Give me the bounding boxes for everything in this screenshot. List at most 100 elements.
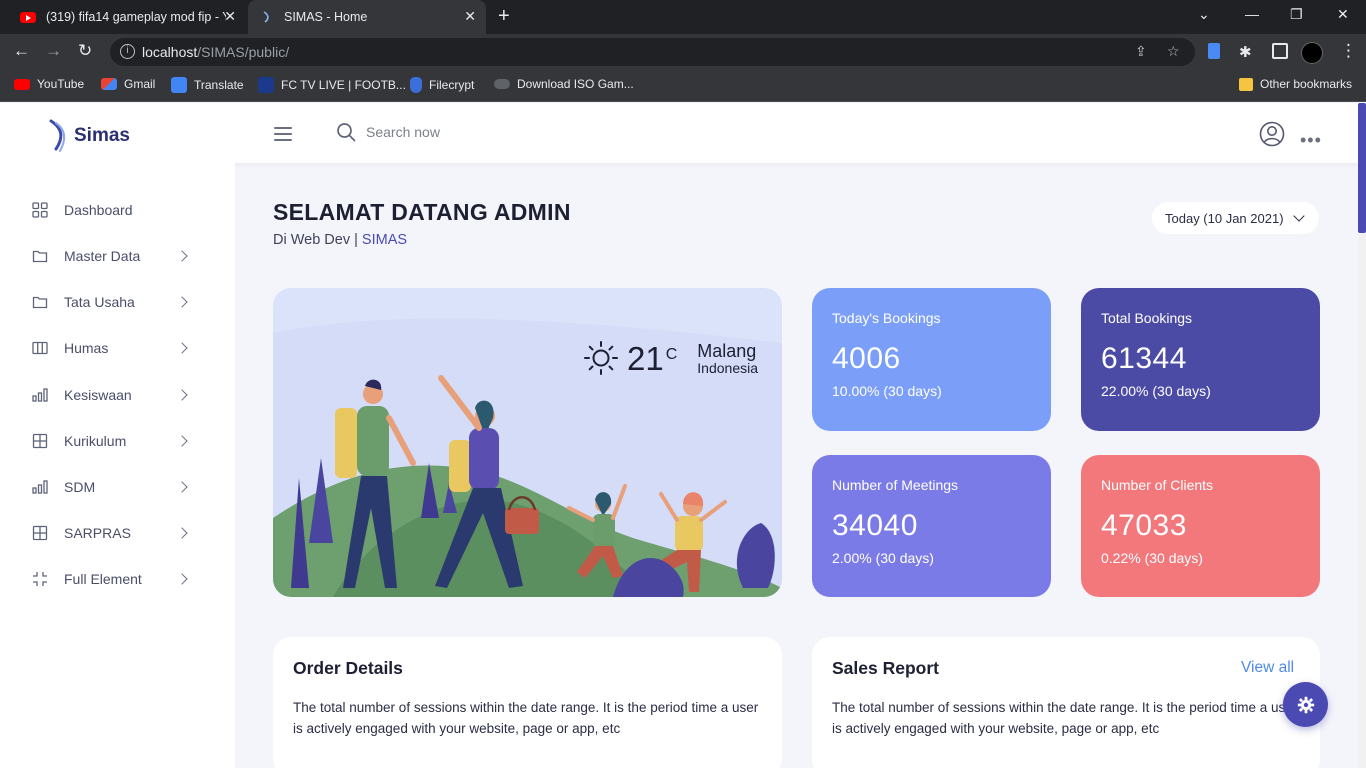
reload-icon[interactable]: ↻ bbox=[78, 41, 92, 61]
fctv-icon bbox=[258, 77, 274, 93]
simas-favicon-icon bbox=[263, 11, 269, 23]
weather-location: Malang Indonesia bbox=[697, 341, 758, 376]
bookmark-youtube[interactable]: YouTube bbox=[14, 77, 84, 91]
sidebar-item-label: Humas bbox=[64, 340, 109, 356]
minimize-icon[interactable]: — bbox=[1245, 6, 1259, 22]
stat-card-number-of-meetings[interactable]: Number of Meetings 34040 2.00% (30 days) bbox=[812, 455, 1051, 597]
weather-country: Indonesia bbox=[697, 360, 758, 376]
gamepad-icon bbox=[494, 79, 510, 89]
back-icon[interactable]: ← bbox=[13, 41, 30, 61]
sidebar-item-kurikulum[interactable]: Kurikulum bbox=[0, 421, 235, 461]
sidebar-item-label: Full Element bbox=[64, 571, 142, 587]
stat-value: 34040 bbox=[832, 509, 918, 542]
chevron-right-icon bbox=[176, 389, 188, 401]
folder-icon bbox=[32, 250, 48, 263]
share-icon[interactable]: ⇪ bbox=[1135, 43, 1147, 60]
simas-logo-icon bbox=[49, 119, 66, 152]
weather-city: Malang bbox=[697, 341, 757, 361]
weather-unit: C bbox=[665, 346, 678, 363]
browser-tab-simas[interactable]: SIMAS - Home ✕ bbox=[248, 0, 486, 34]
chevron-down-icon bbox=[1293, 210, 1305, 222]
browser-tab-youtube[interactable]: (319) fifa14 gameplay mod fip - YouTube … bbox=[8, 0, 246, 34]
stat-value: 47033 bbox=[1101, 509, 1187, 542]
stat-label: Number of Clients bbox=[1101, 477, 1214, 493]
youtube-favicon-icon bbox=[20, 11, 36, 23]
chevron-right-icon bbox=[176, 527, 188, 539]
sidebar-item-full-element[interactable]: Full Element bbox=[0, 559, 235, 599]
stat-change: 22.00% (30 days) bbox=[1101, 383, 1211, 399]
brand-name: Simas bbox=[74, 125, 130, 146]
profile-avatar-icon[interactable] bbox=[1301, 42, 1323, 64]
window-close-icon[interactable]: ✕ bbox=[1337, 6, 1349, 23]
user-profile-icon[interactable] bbox=[1259, 121, 1285, 147]
sidebar-item-humas[interactable]: Humas bbox=[0, 328, 235, 368]
sidebar-item-dashboard[interactable]: Dashboard bbox=[0, 190, 235, 230]
stat-card-todays-bookings[interactable]: Today's Bookings 4006 10.00% (30 days) bbox=[812, 288, 1051, 431]
stat-change: 10.00% (30 days) bbox=[832, 383, 942, 399]
filecrypt-icon bbox=[410, 77, 422, 93]
more-options-icon[interactable]: ••• bbox=[1300, 130, 1322, 151]
extension-icon[interactable] bbox=[1208, 43, 1220, 59]
stat-value: 61344 bbox=[1101, 342, 1187, 375]
sidebar-item-sdm[interactable]: SDM bbox=[0, 467, 235, 507]
chrome-menu-icon[interactable]: ⋮ bbox=[1340, 41, 1357, 61]
bookmark-star-icon[interactable]: ☆ bbox=[1167, 43, 1180, 60]
date-filter-dropdown[interactable]: Today (10 Jan 2021) bbox=[1152, 202, 1319, 234]
bookmarks-bar: YouTube Gmail Translate FC TV LIVE | FOO… bbox=[0, 70, 1366, 102]
other-bookmarks-folder[interactable]: Other bookmarks bbox=[1239, 77, 1352, 91]
app-logo[interactable]: Simas bbox=[48, 119, 130, 153]
site-info-icon[interactable]: i bbox=[120, 44, 135, 59]
sidebar-item-label: Tata Usaha bbox=[64, 294, 135, 310]
address-bar[interactable]: i localhost/SIMAS/public/ ⇪ ☆ bbox=[110, 38, 1195, 66]
restore-icon[interactable]: ❐ bbox=[1290, 6, 1303, 23]
bookmark-translate[interactable]: Translate bbox=[171, 77, 244, 93]
search-icon[interactable] bbox=[336, 122, 356, 142]
settings-button[interactable] bbox=[1283, 682, 1328, 727]
close-tab-icon[interactable]: ✕ bbox=[224, 8, 236, 25]
search-input[interactable] bbox=[366, 124, 566, 140]
date-filter-value: Today (10 Jan 2021) bbox=[1165, 210, 1284, 226]
new-tab-icon[interactable]: + bbox=[498, 5, 510, 28]
sales-report-card: Sales Report View all The total number o… bbox=[812, 637, 1320, 768]
stat-change: 2.00% (30 days) bbox=[832, 550, 934, 566]
card-title: Order Details bbox=[293, 658, 403, 678]
sidebar-item-label: SARPRAS bbox=[64, 525, 131, 541]
puzzle-extensions-icon[interactable]: ✱ bbox=[1239, 43, 1252, 61]
sidebar-item-master-data[interactable]: Master Data bbox=[0, 236, 235, 276]
forward-icon[interactable]: → bbox=[45, 41, 62, 61]
stat-change: 0.22% (30 days) bbox=[1101, 550, 1203, 566]
url-text[interactable]: localhost/SIMAS/public/ bbox=[142, 44, 289, 60]
sidebar-item-sarpras[interactable]: SARPRAS bbox=[0, 513, 235, 553]
side-panel-icon[interactable] bbox=[1272, 43, 1288, 59]
dashboard-grid-icon bbox=[32, 202, 48, 218]
stat-card-total-bookings[interactable]: Total Bookings 61344 22.00% (30 days) bbox=[1081, 288, 1320, 431]
table-grid-icon bbox=[32, 525, 48, 541]
card-description: The total number of sessions within the … bbox=[832, 700, 1298, 736]
card-description: The total number of sessions within the … bbox=[293, 700, 759, 736]
stat-card-number-of-clients[interactable]: Number of Clients 47033 0.22% (30 days) bbox=[1081, 455, 1320, 597]
chevron-right-icon bbox=[176, 342, 188, 354]
order-details-card: Order Details The total number of sessio… bbox=[273, 637, 782, 768]
stat-label: Total Bookings bbox=[1101, 310, 1193, 326]
sidebar-item-kesiswaan[interactable]: Kesiswaan bbox=[0, 375, 235, 415]
bookmark-fctv[interactable]: FC TV LIVE | FOOTB... bbox=[258, 77, 406, 93]
fullscreen-icon bbox=[33, 572, 47, 586]
bookmark-gmail[interactable]: Gmail bbox=[101, 77, 155, 91]
bookmark-filecrypt[interactable]: Filecrypt bbox=[410, 77, 474, 93]
sidebar-item-label: SDM bbox=[64, 479, 96, 495]
menu-toggle-icon[interactable] bbox=[274, 127, 292, 141]
chevron-right-icon bbox=[176, 435, 188, 447]
sidebar-item-tata-usaha[interactable]: Tata Usaha bbox=[0, 282, 235, 322]
view-all-link[interactable]: View all bbox=[1241, 659, 1294, 677]
tab-search-chevron-icon[interactable]: ⌄ bbox=[1198, 6, 1210, 23]
folder-icon bbox=[1239, 77, 1253, 91]
page-scrollbar-thumb[interactable] bbox=[1358, 103, 1366, 233]
close-tab-icon[interactable]: ✕ bbox=[464, 8, 476, 25]
chevron-right-icon bbox=[176, 481, 188, 493]
subtitle-brand-link[interactable]: SIMAS bbox=[362, 232, 407, 248]
youtube-icon bbox=[14, 78, 30, 90]
bookmark-download-iso[interactable]: Download ISO Gam... bbox=[494, 77, 634, 91]
sidebar-item-label: Master Data bbox=[64, 248, 141, 264]
sidebar-item-label: Kesiswaan bbox=[64, 387, 132, 403]
browser-tab-strip: (319) fifa14 gameplay mod fip - YouTube … bbox=[0, 0, 1366, 34]
